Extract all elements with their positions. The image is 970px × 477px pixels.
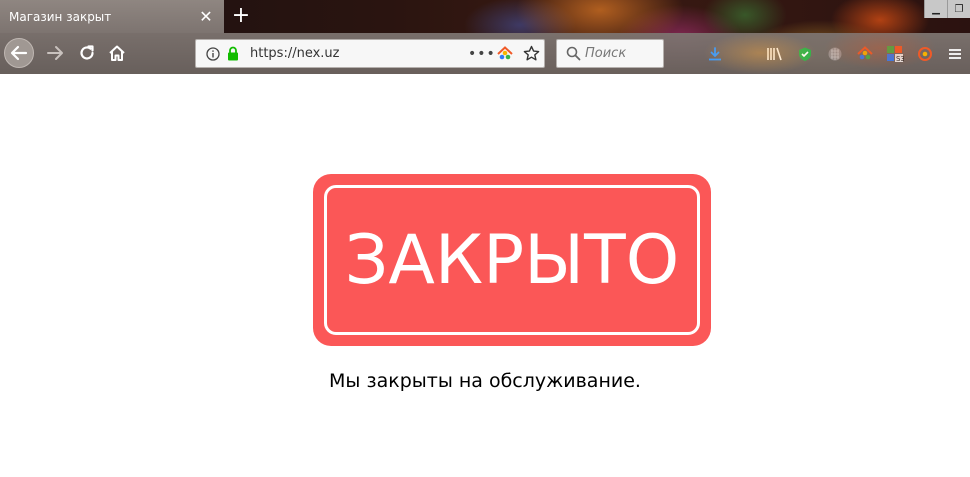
lock-icon[interactable] xyxy=(224,46,242,61)
browser-chrome: Магазин закрыт ✕ + ▁ ❐ https://nex.uz ••… xyxy=(0,0,970,74)
library-icon[interactable] xyxy=(760,39,790,68)
page-actions-icon[interactable]: ••• xyxy=(468,46,495,62)
search-bar[interactable]: Поиск xyxy=(556,39,664,68)
reload-button[interactable] xyxy=(72,38,102,68)
reload-icon xyxy=(80,45,94,60)
maintenance-message: Мы закрыты на обслуживание. xyxy=(329,370,641,392)
new-tab-button[interactable]: + xyxy=(229,4,253,28)
grid-extension-icon[interactable] xyxy=(820,39,850,68)
svg-text:S3: S3 xyxy=(896,55,904,63)
menu-icon[interactable] xyxy=(940,39,970,68)
house-extension-icon[interactable] xyxy=(850,39,880,68)
url-bar[interactable]: https://nex.uz ••• xyxy=(195,39,545,68)
back-button[interactable] xyxy=(4,38,34,68)
star-icon[interactable] xyxy=(518,45,544,62)
window-controls: ▁ ❐ xyxy=(924,0,970,18)
info-icon[interactable] xyxy=(202,46,224,61)
closed-banner-frame: ЗАКРЫТО xyxy=(324,185,700,335)
search-input[interactable]: Поиск xyxy=(585,46,626,61)
house-extension-icon[interactable] xyxy=(492,45,518,63)
toolbar-icons: S3 xyxy=(700,39,970,68)
closed-banner: ЗАКРЫТО xyxy=(313,174,711,346)
tab-close-icon[interactable]: ✕ xyxy=(196,7,216,27)
shield-extension-icon[interactable] xyxy=(790,39,820,68)
url-text[interactable]: https://nex.uz xyxy=(250,46,468,61)
restore-button[interactable]: ❐ xyxy=(947,0,970,18)
forward-arrow-icon xyxy=(47,46,63,60)
closed-label: ЗАКРЫТО xyxy=(344,220,680,300)
tab-active[interactable]: Магазин закрыт ✕ xyxy=(0,0,224,33)
tab-bar: Магазин закрыт ✕ + ▁ ❐ xyxy=(0,0,970,33)
home-icon xyxy=(109,45,125,61)
page-content: ЗАКРЫТО Мы закрыты на обслуживание. xyxy=(0,74,970,477)
s3-extension-icon[interactable]: S3 xyxy=(880,39,910,68)
download-icon[interactable] xyxy=(700,39,730,68)
back-arrow-icon xyxy=(10,45,28,61)
search-icon xyxy=(561,46,585,61)
tab-title: Магазин закрыт xyxy=(9,9,112,24)
target-extension-icon[interactable] xyxy=(910,39,940,68)
home-button[interactable] xyxy=(102,38,132,68)
forward-button[interactable] xyxy=(40,38,70,68)
nav-bar: https://nex.uz ••• Поиск S3 xyxy=(0,33,970,74)
minimize-button[interactable]: ▁ xyxy=(924,0,947,18)
